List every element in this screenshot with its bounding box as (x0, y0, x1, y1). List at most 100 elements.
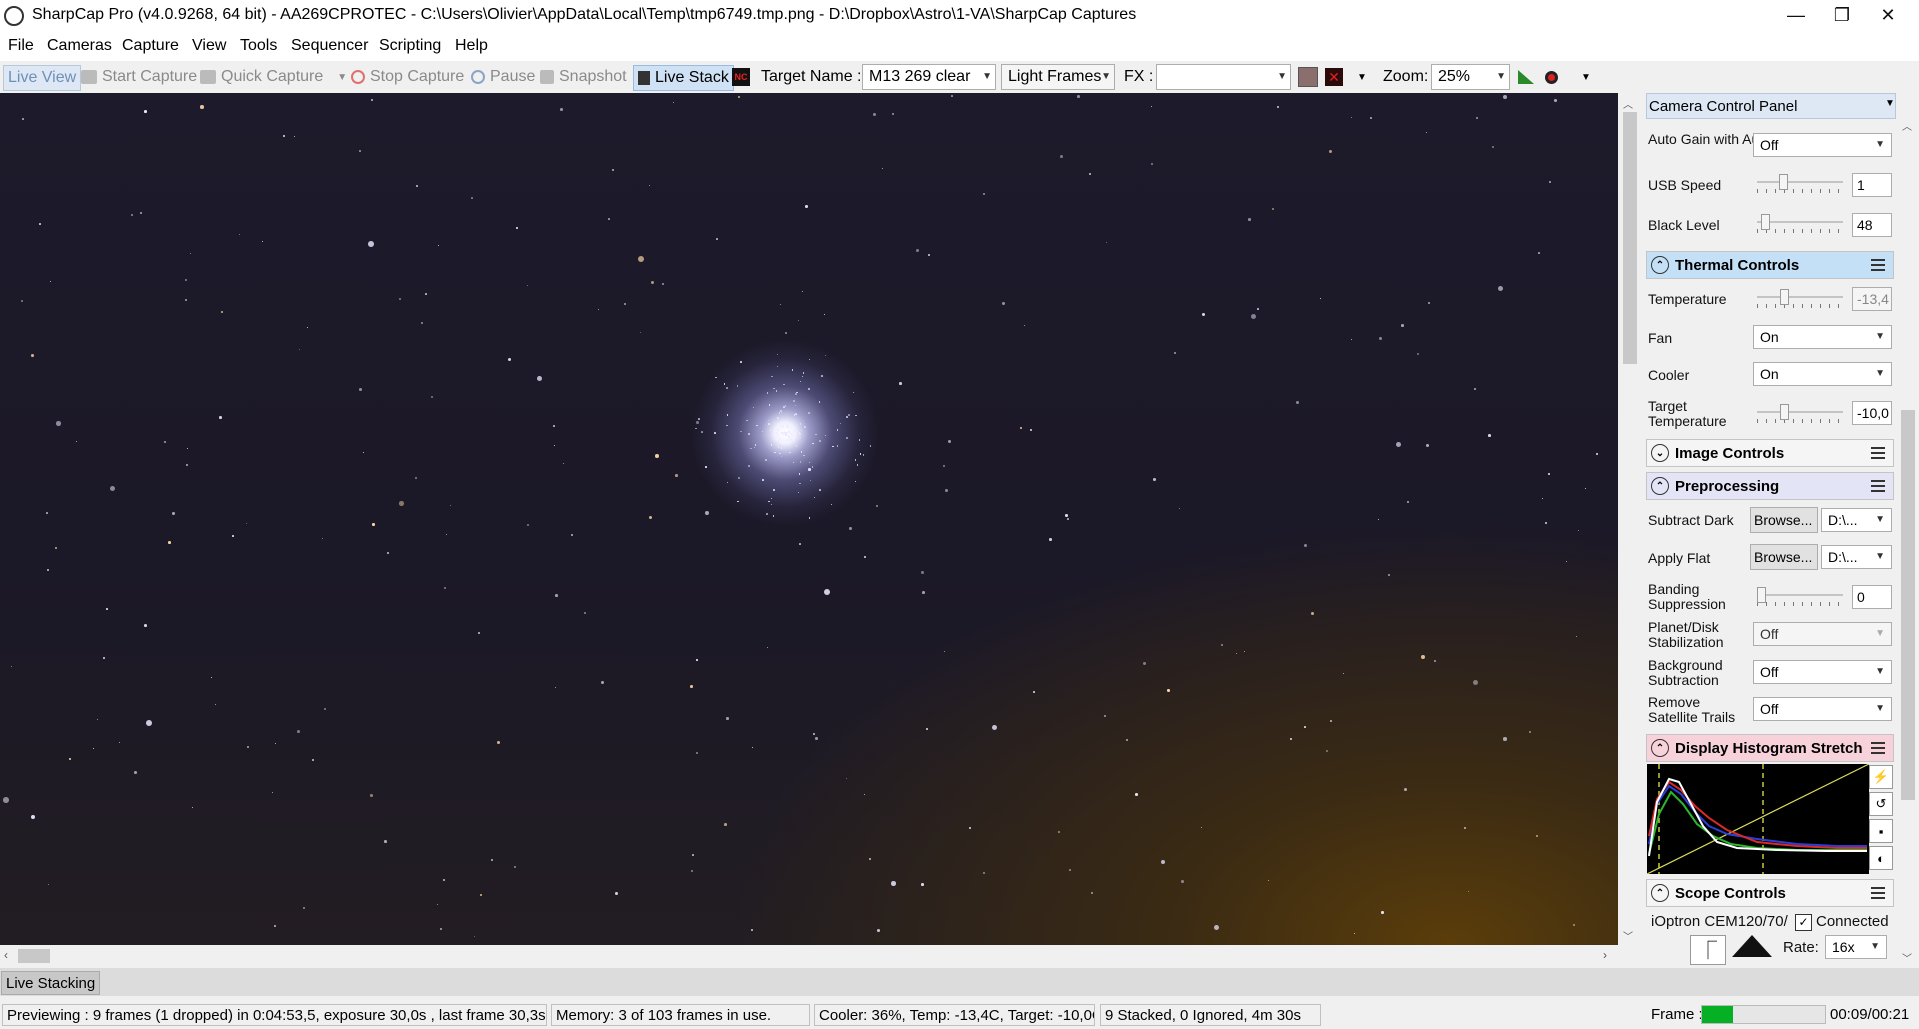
hamburger-menu-icon[interactable] (1871, 480, 1885, 492)
histogram-display[interactable] (1646, 763, 1870, 875)
frame-type-select[interactable]: Light Frames ▼ (1001, 64, 1115, 90)
image-controls-section-header[interactable]: ⌄ Image Controls (1646, 439, 1894, 467)
cluster-star (780, 410, 782, 412)
usb-speed-slider[interactable] (1757, 174, 1843, 193)
cluster-star (768, 423, 770, 425)
black-level-input[interactable]: 48 (1852, 213, 1892, 237)
connected-checkbox[interactable]: ✓ (1795, 914, 1812, 931)
viewport-vertical-scroll-thumb[interactable] (1623, 112, 1637, 364)
cluster-star (782, 432, 784, 434)
star (1549, 181, 1552, 184)
zoom-select[interactable]: 25% ▼ (1431, 64, 1510, 90)
star (1343, 673, 1345, 675)
display-histogram-stretch-section-header[interactable]: ⌃ Display Histogram Stretch (1646, 734, 1894, 762)
hamburger-menu-icon[interactable] (1871, 259, 1885, 271)
contrast-icon[interactable]: ◐ (1869, 846, 1893, 870)
chevron-up-icon[interactable]: ⌃ (1651, 256, 1669, 274)
scroll-up-icon[interactable]: ︿ (1623, 96, 1633, 111)
menu-tools[interactable]: Tools (240, 37, 277, 55)
snapshot-button[interactable]: Snapshot (540, 65, 627, 89)
cluster-star (761, 430, 764, 433)
apply-flat-browse-button[interactable]: Browse... (1750, 544, 1818, 570)
scroll-down-icon[interactable]: ﹀ (1902, 950, 1912, 965)
stop-capture-button[interactable]: Stop Capture (351, 65, 464, 89)
chevron-down-icon[interactable]: ▼ (1581, 65, 1591, 89)
auto-gain-select[interactable]: Off ▼ (1753, 133, 1892, 157)
star (39, 223, 41, 225)
chevron-down-icon[interactable]: ▼ (1357, 65, 1367, 89)
banding-suppression-input[interactable]: 0 (1852, 585, 1892, 609)
scroll-down-icon[interactable]: ﹀ (1623, 928, 1633, 943)
chevron-down-icon[interactable]: ▼ (337, 72, 347, 83)
apply-flat-select[interactable]: D:\... ▼ (1821, 545, 1892, 569)
quick-capture-button[interactable]: Quick Capture ▼ (200, 65, 347, 89)
usb-speed-input[interactable]: 1 (1852, 173, 1892, 197)
fx-select[interactable]: ▼ (1156, 64, 1291, 90)
hamburger-menu-icon[interactable] (1871, 887, 1885, 899)
park-icon[interactable]: ⎾ (1690, 935, 1726, 965)
cluster-star (777, 440, 780, 442)
star (1304, 544, 1308, 548)
star (211, 677, 213, 679)
panel-vertical-scroll-thumb[interactable] (1901, 410, 1915, 800)
hamburger-menu-icon[interactable] (1871, 742, 1885, 754)
subtract-dark-browse-button[interactable]: Browse... (1750, 507, 1818, 533)
start-capture-button[interactable]: Start Capture (81, 65, 197, 89)
reset-icon[interactable]: ↺ (1869, 792, 1893, 816)
menu-cameras[interactable]: Cameras (47, 37, 112, 55)
menu-view[interactable]: View (192, 37, 226, 55)
subtract-dark-select[interactable]: D:\... ▼ (1821, 508, 1892, 532)
red-cross-overlay-icon[interactable]: ✕ (1325, 65, 1343, 89)
minimize-button[interactable]: — (1773, 0, 1819, 31)
auto-stretch-icon[interactable]: ⚡ (1869, 765, 1893, 789)
arrow-up-icon[interactable] (1732, 935, 1772, 957)
scroll-right-icon[interactable]: › (1603, 948, 1607, 962)
menu-sequencer[interactable]: Sequencer (291, 37, 368, 55)
thermal-controls-section-header[interactable]: ⌃ Thermal Controls (1646, 251, 1894, 279)
scope-controls-section-header[interactable]: ⌃ Scope Controls (1646, 879, 1894, 907)
pause-button[interactable]: Pause (471, 65, 535, 89)
menu-file[interactable]: File (8, 37, 34, 55)
star (1545, 522, 1548, 525)
banding-suppression-slider[interactable] (1757, 587, 1843, 606)
menu-capture[interactable]: Capture (122, 37, 179, 55)
menu-help[interactable]: Help (455, 37, 488, 55)
viewport-horizontal-scroll-thumb[interactable] (18, 949, 50, 963)
scroll-left-icon[interactable]: ‹ (4, 948, 8, 962)
remove-satellite-trails-select[interactable]: Off ▼ (1753, 697, 1892, 721)
zoom-in-icon[interactable] (1545, 65, 1558, 89)
chevron-up-icon[interactable]: ⌃ (1651, 477, 1669, 495)
chevron-up-icon[interactable]: ⌃ (1651, 884, 1669, 902)
target-temperature-input[interactable]: -10,0 (1852, 401, 1892, 425)
menu-scripting[interactable]: Scripting (379, 37, 441, 55)
black-level-slider[interactable] (1757, 214, 1843, 233)
hamburger-menu-icon[interactable] (1871, 447, 1885, 459)
fan-select[interactable]: On ▼ (1753, 325, 1892, 349)
rate-select[interactable]: 16x ▼ (1825, 935, 1887, 959)
target-name-input[interactable]: M13 269 clear ▼ (862, 64, 996, 90)
background-subtraction-select[interactable]: Off ▼ (1753, 660, 1892, 684)
cooler-select[interactable]: On ▼ (1753, 362, 1892, 386)
live-view-button[interactable]: Live View (3, 65, 82, 91)
tab-live-stacking[interactable]: Live Stacking (1, 971, 101, 995)
chevron-down-icon[interactable]: ▼ (1885, 98, 1895, 109)
viewport-horizontal-scrollbar[interactable] (0, 945, 1618, 967)
nc-icon[interactable]: NC (732, 65, 750, 89)
image-viewport[interactable] (0, 93, 1618, 945)
preprocessing-section-header[interactable]: ⌃ Preprocessing (1646, 472, 1894, 500)
histogram-icon[interactable] (1518, 65, 1534, 89)
cluster-star (698, 418, 700, 420)
close-button[interactable]: ✕ (1865, 0, 1911, 31)
grid-overlay-icon[interactable] (1298, 65, 1318, 89)
restore-button[interactable]: ❐ (1819, 0, 1865, 31)
scroll-up-icon[interactable]: ︿ (1902, 118, 1912, 133)
target-temperature-slider[interactable] (1757, 404, 1843, 423)
planet-disk-stabilization-select[interactable]: Off ▼ (1753, 622, 1892, 646)
cluster-star (773, 387, 775, 389)
chevron-up-icon[interactable]: ⌃ (1651, 739, 1669, 757)
cluster-star (771, 375, 773, 378)
live-stack-button[interactable]: Live Stack (633, 65, 734, 91)
status-stacked: 9 Stacked, 0 Ignored, 4m 30s (1100, 1004, 1321, 1026)
save-icon[interactable]: ▪ (1869, 819, 1893, 843)
chevron-down-icon[interactable]: ⌄ (1651, 444, 1669, 462)
